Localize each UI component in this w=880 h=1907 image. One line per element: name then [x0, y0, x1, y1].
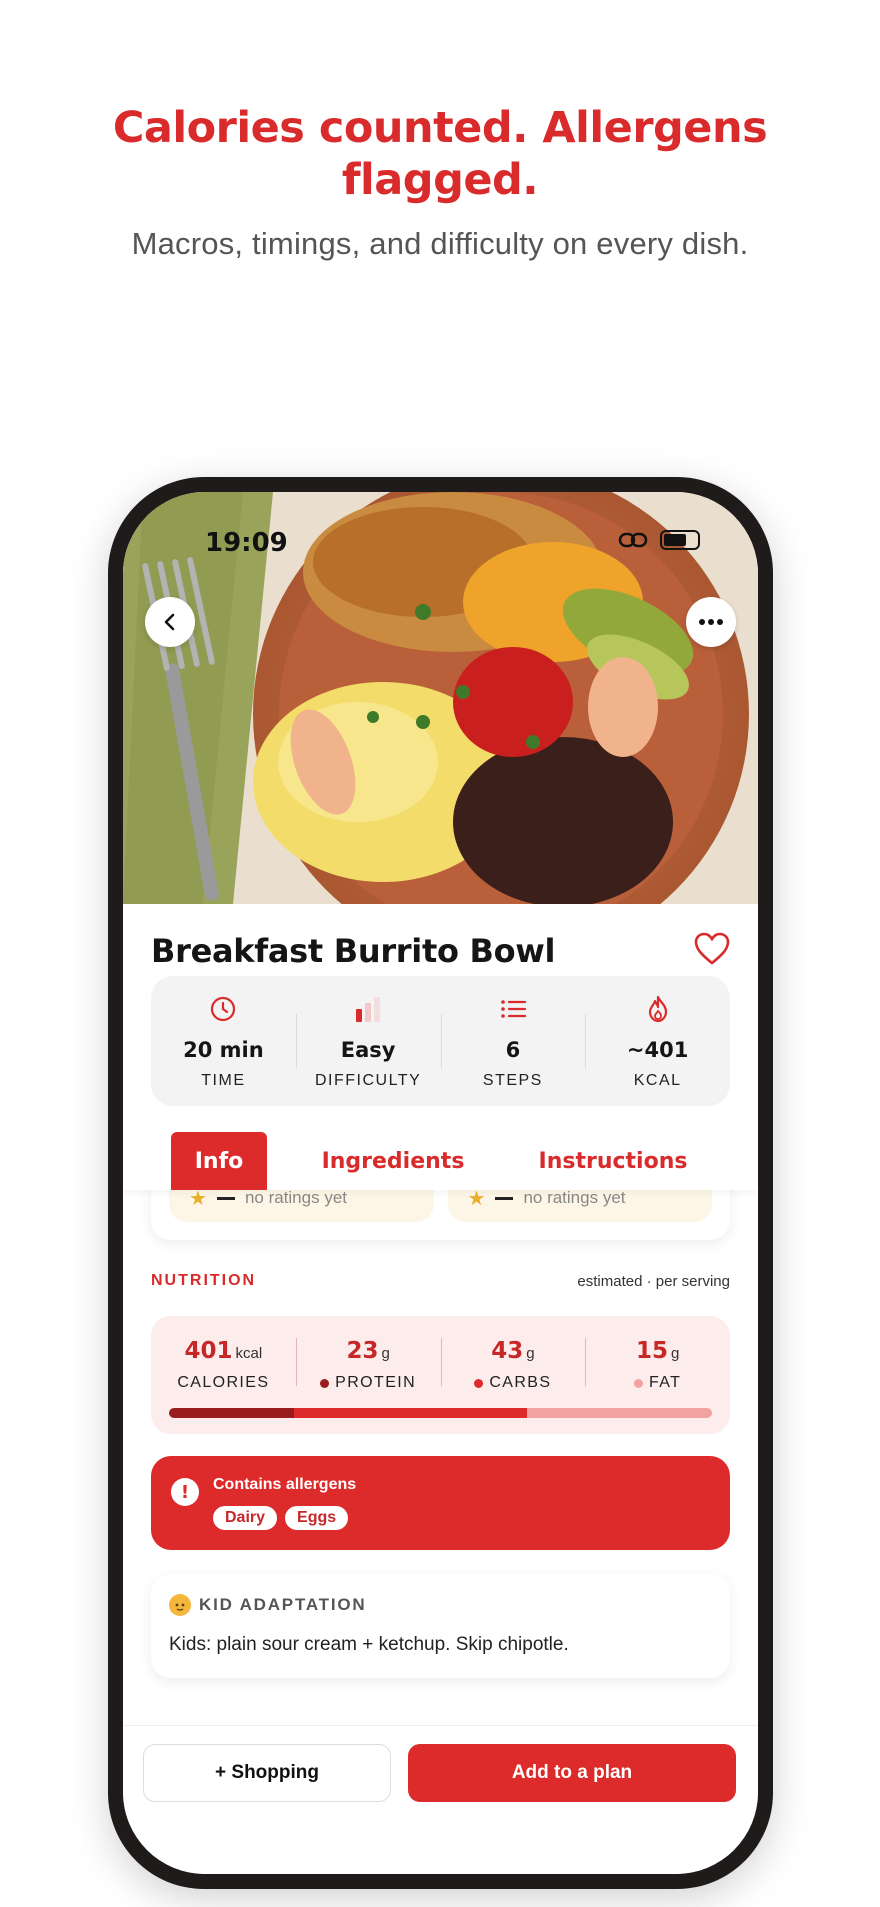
- allergen-chip-dairy: Dairy: [213, 1506, 278, 1530]
- stat-value: 6: [505, 1038, 521, 1062]
- link-icon: [618, 530, 648, 550]
- macro-calories: 401 kcal CALORIES: [151, 1338, 296, 1392]
- nutrition-note: estimated · per serving: [577, 1272, 730, 1290]
- stat-label: KCAL: [633, 1072, 682, 1089]
- add-to-plan-button[interactable]: Add to a plan: [408, 1744, 736, 1802]
- macro-unit: g: [381, 1345, 390, 1362]
- clock-icon: [211, 996, 236, 1022]
- macro-unit: g: [670, 1345, 680, 1362]
- macro-list: 401 kcal CALORIES 23 g PROTEIN 43 g CARBS 1…: [151, 1316, 730, 1392]
- phone-screen: 19:09 Breakfast Burrito Bowl 20 min TIME: [123, 492, 758, 1874]
- stat-label: DIFFICULTY: [314, 1072, 422, 1089]
- chevron-left-icon: [164, 613, 175, 631]
- back-button[interactable]: [145, 597, 195, 647]
- stat-value: Easy: [340, 1038, 396, 1062]
- recipe-stats: 20 min TIME Easy DIFFICULTY 6 STEPS ~401…: [151, 976, 730, 1106]
- macro-value: 43: [491, 1338, 524, 1364]
- baby-icon: [169, 1594, 191, 1616]
- macro-distribution-bar: [169, 1408, 712, 1418]
- stat-label: TIME: [201, 1072, 246, 1089]
- allergen-chips: Dairy Eggs: [213, 1506, 349, 1530]
- battery-icon: [660, 530, 700, 550]
- macro-label: CARBS: [474, 1374, 551, 1392]
- macro-unit: kcal: [235, 1345, 263, 1362]
- status-bar-time: 19:09: [205, 528, 288, 558]
- rating-text: no ratings yet: [523, 1188, 626, 1207]
- stat-steps: 6 STEPS: [440, 976, 586, 1106]
- action-footer: + Shopping Add to a plan: [123, 1725, 758, 1874]
- tab-instructions[interactable]: Instructions: [528, 1132, 698, 1190]
- stat-value: 20 min: [183, 1038, 264, 1062]
- macro-value: 15: [635, 1338, 668, 1364]
- macro-label-text: PROTEIN: [335, 1374, 417, 1391]
- macro-protein: 23 g PROTEIN: [295, 1338, 441, 1392]
- fat-dot: [633, 1378, 643, 1388]
- macro-value: 23: [346, 1338, 379, 1364]
- kid-adaptation-title: KID ADAPTATION: [199, 1595, 367, 1614]
- stat-label: STEPS: [482, 1072, 543, 1089]
- stat-difficulty: Easy DIFFICULTY: [295, 976, 441, 1106]
- tab-ingredients[interactable]: Ingredients: [318, 1132, 468, 1190]
- macro-value: 401: [184, 1338, 233, 1364]
- promo-headline: Calories counted. Allergens flagged.: [0, 102, 880, 206]
- rating-text: no ratings yet: [244, 1188, 347, 1207]
- macro-bar-segment-carbs: [293, 1408, 528, 1418]
- macro-label: FAT: [633, 1374, 682, 1392]
- stat-kcal: ~401 KCAL: [585, 976, 730, 1106]
- nutrition-header: NUTRITION estimated · per serving: [151, 1272, 730, 1290]
- macro-label-text: CALORIES: [177, 1374, 270, 1391]
- promo-headline-line: Calories counted. Allergens flagged.: [112, 103, 768, 205]
- recipe-tabs: Info Ingredients Instructions: [123, 1122, 758, 1190]
- macro-bar-segment-fat: [527, 1408, 712, 1418]
- ellipsis-icon: [699, 619, 723, 625]
- macro-unit: g: [526, 1345, 535, 1362]
- add-to-shopping-button[interactable]: + Shopping: [143, 1744, 391, 1802]
- stat-time: 20 min TIME: [151, 976, 296, 1106]
- status-bar-icons: [618, 530, 700, 550]
- stat-value: ~401: [626, 1038, 689, 1062]
- macro-carbs: 43 g CARBS: [440, 1338, 586, 1392]
- rating-dash: [495, 1196, 514, 1200]
- macro-fat: 15 g FAT: [585, 1338, 730, 1392]
- rating-dash: [216, 1196, 235, 1200]
- macro-bar-segment-protein: [169, 1408, 294, 1418]
- recipe-title: Breakfast Burrito Bowl: [151, 932, 556, 970]
- flame-icon: [648, 995, 667, 1023]
- promo-subhead: Macros, timings, and difficulty on every…: [131, 226, 749, 261]
- macro-label: PROTEIN: [320, 1374, 416, 1392]
- allergen-chip-eggs: Eggs: [285, 1506, 349, 1530]
- more-options-button[interactable]: [686, 597, 736, 647]
- difficulty-bars-icon: [356, 997, 381, 1022]
- macro-label-text: FAT: [648, 1374, 682, 1391]
- favorite-button[interactable]: [694, 932, 730, 966]
- allergen-alert: ! Contains allergens Dairy Eggs: [151, 1456, 730, 1550]
- heart-icon: [694, 932, 730, 965]
- macro-label-text: CARBS: [489, 1374, 552, 1391]
- list-icon: [501, 1000, 526, 1018]
- carbs-dot: [474, 1378, 484, 1388]
- kid-adaptation-header: KID ADAPTATION: [169, 1594, 366, 1616]
- kid-adaptation-card: KID ADAPTATION Kids: plain sour cream + …: [151, 1574, 730, 1678]
- nutrition-title: NUTRITION: [151, 1272, 257, 1289]
- tab-info[interactable]: Info: [171, 1132, 267, 1190]
- protein-dot: [320, 1378, 330, 1388]
- kid-adaptation-text: Kids: plain sour cream + ketchup. Skip c…: [169, 1634, 569, 1655]
- allergen-title: Contains allergens: [213, 1476, 357, 1493]
- macro-card: 401 kcal CALORIES 23 g PROTEIN 43 g CARBS 1…: [151, 1316, 730, 1434]
- macro-label: CALORIES: [177, 1374, 269, 1392]
- phone-frame: 19:09 Breakfast Burrito Bowl 20 min TIME: [108, 477, 773, 1889]
- alert-icon: !: [171, 1478, 199, 1506]
